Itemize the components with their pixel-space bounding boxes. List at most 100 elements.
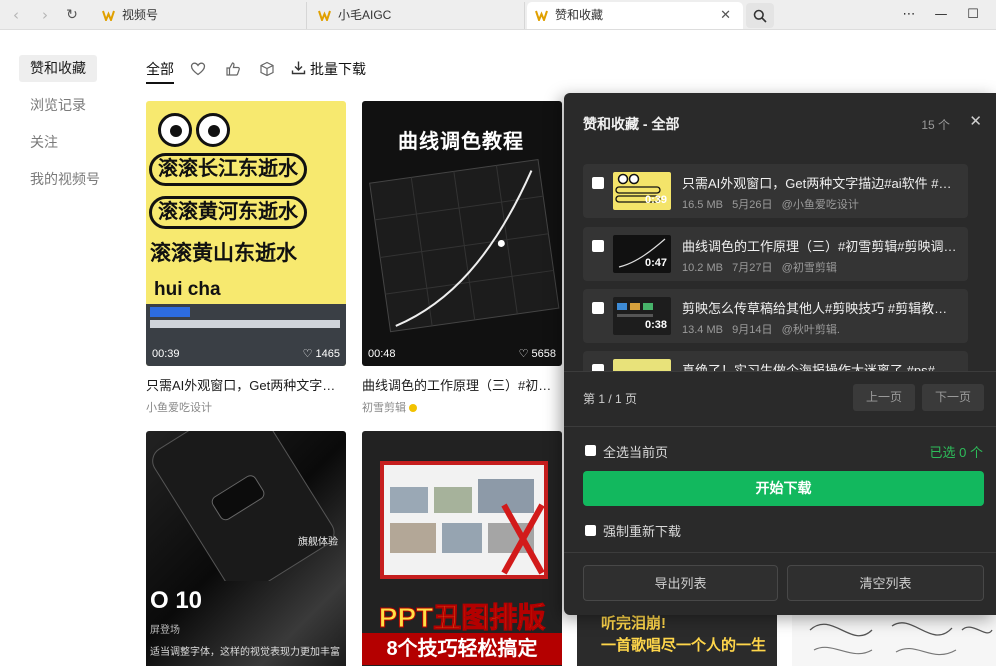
item-title: 剪映怎么传草稿给其他人#剪映技巧 #剪辑教程 ...: [682, 301, 958, 316]
sidebar-item-history[interactable]: 浏览记录: [19, 92, 97, 119]
item-title: 曲线调色的工作原理（三）#初雪剪辑#剪映调色...: [682, 239, 958, 254]
thumbnail-text: 屏登场: [150, 625, 180, 636]
video-card[interactable]: 滚滚长江东逝水 滚滚黄河东逝水 滚滚黄山东逝水 hui cha 00:39 ♡ …: [146, 101, 346, 415]
heart-icon[interactable]: [190, 61, 206, 77]
next-page-button[interactable]: 下一页: [922, 384, 984, 411]
video-thumbnail[interactable]: 曲线调色教程 00:48 ♡ 5658: [362, 101, 562, 366]
tab-likes-favorites[interactable]: 赞和收藏 ✕: [527, 2, 743, 29]
phone-graphic: [152, 431, 335, 581]
forward-icon[interactable]: ›: [35, 5, 55, 25]
item-duration: 0:38: [644, 319, 667, 331]
item-author: @初雪剪辑: [781, 262, 837, 274]
list-item[interactable]: 0:47 曲线调色的工作原理（三）#初雪剪辑#剪映调色... 10.2 MB 7…: [583, 227, 968, 281]
batch-download-label: 批量下载: [310, 61, 366, 77]
select-all-checkbox[interactable]: [585, 445, 596, 456]
video-card[interactable]: PPT丑图排版 8个技巧轻松搞定: [362, 431, 562, 666]
eye-graphic: [196, 113, 230, 147]
prev-page-button[interactable]: 上一页: [853, 384, 915, 411]
filter-all-tab[interactable]: 全部: [146, 59, 174, 84]
thumbnail-text: hui cha: [154, 279, 221, 300]
likes-count: 1465: [315, 348, 340, 360]
list-item[interactable]: 真绝了！实习生做个海报操作太迷离了 #ps#大...: [583, 351, 968, 371]
select-all-label[interactable]: 全选当前页: [603, 442, 668, 461]
thumbnail-text: 旗舰体验: [298, 537, 338, 548]
thumbnail-text: 8个技巧轻松搞定: [362, 633, 562, 665]
video-thumbnail[interactable]: 滚滚长江东逝水 滚滚黄河东逝水 滚滚黄山东逝水 hui cha 00:39 ♡ …: [146, 101, 346, 366]
item-checkbox[interactable]: [592, 302, 604, 314]
video-title[interactable]: 曲线调色的工作原理（三）#初雪剪辑: [362, 375, 562, 394]
list-item[interactable]: 0:39 只需AI外观窗口，Get两种文字描边#ai软件 #ai... 16.5…: [583, 164, 968, 218]
thumbnail-text: 一首歌唱尽一个人的一生: [601, 637, 767, 654]
clear-list-button[interactable]: 清空列表: [787, 565, 984, 601]
tab-label: 视频号: [122, 8, 159, 22]
item-thumbnail: [613, 359, 671, 371]
video-author[interactable]: 初雪剪辑: [362, 399, 562, 415]
close-icon[interactable]: ✕: [720, 2, 731, 29]
thumbnail-text: 听完泪崩!: [601, 615, 666, 632]
page-indicator: 第 1 / 1 页: [583, 392, 638, 406]
export-list-button[interactable]: 导出列表: [583, 565, 778, 601]
thumbnail-text: 滚滚黄河东逝水: [149, 196, 307, 229]
minimize-icon[interactable]: —: [930, 4, 952, 26]
slide-collage-graphic: [390, 479, 545, 575]
tab-xiaomao-aigc[interactable]: 小毛AIGC: [310, 2, 525, 29]
curve-graph-graphic: [369, 158, 560, 333]
item-meta: 10.2 MB 7月27日 @初雪剪辑: [682, 259, 837, 275]
download-panel: 赞和收藏 - 全部 15 个 ✕ 0:39 只需AI外观窗口，Get两种文字描边…: [564, 93, 996, 615]
video-author[interactable]: 小鱼爱吃设计: [146, 399, 346, 415]
cube-icon[interactable]: [259, 61, 275, 77]
item-title: 只需AI外观窗口，Get两种文字描边#ai软件 #ai...: [682, 176, 958, 191]
download-icon: [291, 61, 306, 75]
back-icon[interactable]: ‹: [6, 5, 26, 25]
ppt-slide-graphic: [380, 461, 548, 579]
item-date: 5月26日: [732, 199, 773, 211]
item-checkbox[interactable]: [592, 364, 604, 371]
item-date: 9月14日: [732, 324, 773, 336]
video-likes: ♡ 1465: [302, 348, 340, 360]
video-title[interactable]: 只需AI外观窗口，Get两种文字描边#ai软件 #ai...: [146, 375, 346, 394]
refresh-icon[interactable]: ↻: [62, 5, 82, 25]
list-item[interactable]: 0:38 剪映怎么传草稿给其他人#剪映技巧 #剪辑教程 ... 13.4 MB …: [583, 289, 968, 343]
item-size: 16.5 MB: [682, 199, 723, 211]
item-title: 真绝了！实习生做个海报操作太迷离了 #ps#大...: [682, 363, 958, 371]
video-card[interactable]: 旗舰体验 O 10 屏登场 适当调整字体，这样的视觉表现力更加丰富: [146, 431, 346, 666]
sidebar-item-following[interactable]: 关注: [19, 129, 97, 156]
tab-channels[interactable]: 视频号: [94, 2, 307, 29]
search-button[interactable]: [746, 3, 774, 28]
item-author: @小鱼爱吃设计: [781, 199, 859, 211]
video-thumbnail[interactable]: 旗舰体验 O 10 屏登场 适当调整字体，这样的视觉表现力更加丰富: [146, 431, 346, 666]
item-thumbnail: 0:47: [613, 235, 671, 273]
start-download-button[interactable]: 开始下载: [583, 471, 984, 506]
thumbnail-text: 滚滚长江东逝水: [149, 153, 307, 186]
author-name: 初雪剪辑: [362, 402, 406, 414]
item-checkbox[interactable]: [592, 240, 604, 252]
force-redownload-label[interactable]: 强制重新下载: [603, 521, 681, 540]
force-redownload-checkbox[interactable]: [585, 525, 596, 536]
channels-logo-icon: [535, 10, 548, 21]
download-list[interactable]: 0:39 只需AI外观窗口，Get两种文字描边#ai软件 #ai... 16.5…: [564, 155, 996, 371]
tab-label: 赞和收藏: [555, 8, 604, 22]
batch-download-button[interactable]: 批量下载: [291, 59, 366, 79]
sidebar-item-my-channel[interactable]: 我的视频号: [19, 166, 100, 193]
video-likes: ♡ 5658: [518, 348, 556, 360]
likes-count: 5658: [531, 348, 556, 360]
video-duration: 00:39: [152, 348, 180, 360]
sidebar-item-likes-favorites[interactable]: 赞和收藏: [19, 55, 97, 82]
item-duration: 0:47: [644, 257, 667, 269]
divider: [564, 552, 996, 553]
channels-logo-icon: [318, 10, 331, 21]
item-checkbox[interactable]: [592, 177, 604, 189]
more-icon[interactable]: ⋯: [898, 4, 920, 26]
video-card[interactable]: 曲线调色教程 00:48 ♡ 5658 曲线调色的工作原理（三）#初雪剪辑 初雪…: [362, 101, 562, 415]
divider: [564, 426, 996, 427]
close-icon[interactable]: ✕: [969, 112, 982, 130]
divider: [564, 371, 996, 372]
thumbnail-text: 适当调整字体，这样的视觉表现力更加丰富: [150, 647, 340, 658]
item-size: 13.4 MB: [682, 324, 723, 336]
eye-graphic: [158, 113, 192, 147]
video-thumbnail[interactable]: PPT丑图排版 8个技巧轻松搞定: [362, 431, 562, 666]
verified-badge-icon: [409, 404, 417, 413]
thumbs-up-icon[interactable]: [225, 61, 241, 77]
maximize-icon[interactable]: ☐: [962, 4, 984, 26]
panel-item-count: 15 个: [921, 118, 950, 132]
